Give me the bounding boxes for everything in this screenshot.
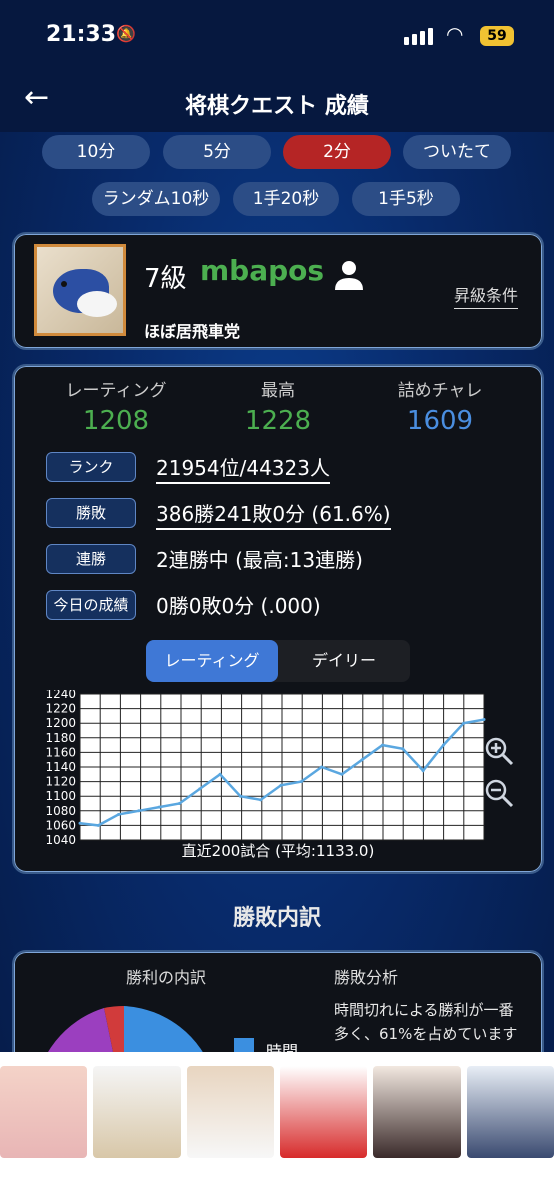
chart-ytick-label: 1100 (45, 789, 76, 803)
chart-toggle: レーティング デイリー (146, 640, 410, 682)
ad-image-1[interactable] (0, 1066, 88, 1158)
avatar (34, 244, 126, 336)
streak-value: 2連勝中 (最高:13連勝) (156, 548, 363, 572)
status-bar: 21:33 🔕 ◠ 59 (0, 0, 554, 70)
tab-5min[interactable]: 5分 (163, 135, 271, 169)
promotion-conditions-link[interactable]: 昇級条件 (454, 282, 519, 309)
chart-point (78, 821, 82, 825)
chart-ytick-label: 1160 (45, 745, 76, 759)
chart-point (320, 765, 324, 769)
app-header: ← 将棋クエスト 成績 (0, 70, 554, 132)
winloss-tag: 勝敗 (46, 498, 136, 528)
chart-point (137, 809, 141, 813)
profile-card: 7級 mbapos 昇級条件 ほぼ居飛車党 (12, 232, 544, 350)
win-breakdown-label: 勝利の内訳 (126, 968, 207, 987)
breakdown-section-title: 勝敗内訳 (232, 906, 321, 931)
ad-image-3[interactable] (186, 1066, 274, 1158)
winloss-value[interactable]: 386勝241敗0分 (61.6%) (156, 498, 391, 530)
toggle-daily[interactable]: デイリー (278, 640, 410, 682)
tab-10min[interactable]: 10分 (42, 135, 150, 169)
ad-image-4[interactable] (279, 1066, 368, 1158)
ad-image-6[interactable] (466, 1066, 554, 1158)
chart-point (177, 802, 181, 805)
chart-point (279, 783, 283, 787)
max-value: 1228 (244, 406, 312, 436)
analysis-text: 時間切れによる勝利が一番多く、61%を占めています (334, 1001, 518, 1043)
max-label: 最高 (261, 381, 295, 401)
ad-image-5[interactable] (373, 1066, 461, 1158)
chart-point (96, 823, 100, 827)
chart-ytick-label: 1220 (45, 702, 76, 716)
username: mbapos (200, 254, 325, 287)
ad-image-2[interactable] (93, 1066, 181, 1158)
chart-ytick-label: 1060 (45, 818, 76, 832)
tab-random10s[interactable]: ランダム10秒 (92, 182, 220, 216)
page-title: 将棋クエスト 成績 (185, 94, 369, 119)
tsume-label: 詰めチャレ (397, 381, 483, 401)
chart-point (259, 798, 263, 802)
chart-ytick-label: 1080 (45, 804, 76, 818)
clock: 21:33 (46, 22, 117, 47)
chart-ytick-label: 1240 (45, 690, 76, 701)
chart-point (462, 721, 466, 725)
chart-point (482, 718, 486, 722)
chart-point (441, 743, 445, 747)
strategy-label: ほぼ居飛車党 (144, 322, 241, 341)
chart-point (238, 794, 242, 798)
rating-value: 1208 (82, 406, 150, 436)
tsume-value: 1609 (406, 406, 474, 436)
chart-point (401, 747, 405, 751)
chart-ytick-label: 1140 (45, 760, 76, 774)
chart-ytick-label: 1120 (45, 775, 76, 789)
chart-point (157, 805, 161, 809)
today-value: 0勝0敗0分 (.000) (156, 594, 321, 618)
chart-point (380, 743, 384, 747)
analysis-label: 勝敗分析 (334, 968, 399, 987)
rank-value[interactable]: 21954位/44323人 (156, 452, 330, 484)
chart-point (299, 780, 303, 784)
chart-point (421, 769, 425, 773)
rank-tag: ランク (46, 452, 136, 482)
chart-point (198, 787, 202, 791)
chart-point (360, 758, 364, 762)
wifi-icon: ◠ (446, 22, 464, 46)
chart-point (218, 772, 222, 776)
chart-point (117, 812, 121, 816)
chart-xlabel: 直近200試合 (平均:1133.0) (181, 842, 375, 860)
bell-muted-icon: 🔕 (116, 24, 136, 43)
signal-icon (404, 28, 433, 45)
zoom-out-icon[interactable] (484, 778, 514, 808)
tab-1te5s[interactable]: 1手5秒 (352, 182, 460, 216)
today-tag: 今日の成績 (46, 590, 136, 620)
stats-card: レーティング 最高 詰めチャレ 1208 1228 1609 ランク 21954… (12, 364, 544, 874)
toggle-rating[interactable]: レーティング (146, 640, 278, 682)
tab-2min[interactable]: 2分 (283, 135, 391, 169)
chart-ytick-label: 1180 (45, 731, 76, 745)
rating-label: レーティング (65, 381, 167, 401)
battery-indicator: 59 (480, 26, 514, 46)
rank-label: 7級 (144, 264, 187, 294)
person-icon[interactable] (332, 258, 366, 292)
ad-banner[interactable] (0, 1052, 554, 1200)
tab-tsuitate[interactable]: ついたて (403, 135, 511, 169)
chart-ytick-label: 1200 (45, 716, 76, 730)
zoom-in-icon[interactable] (484, 736, 514, 766)
tab-1te20s[interactable]: 1手20秒 (233, 182, 339, 216)
streak-tag: 連勝 (46, 544, 136, 574)
chart-point (340, 772, 344, 776)
rating-chart: 1040106010801100112011401160118012001220… (45, 690, 486, 847)
